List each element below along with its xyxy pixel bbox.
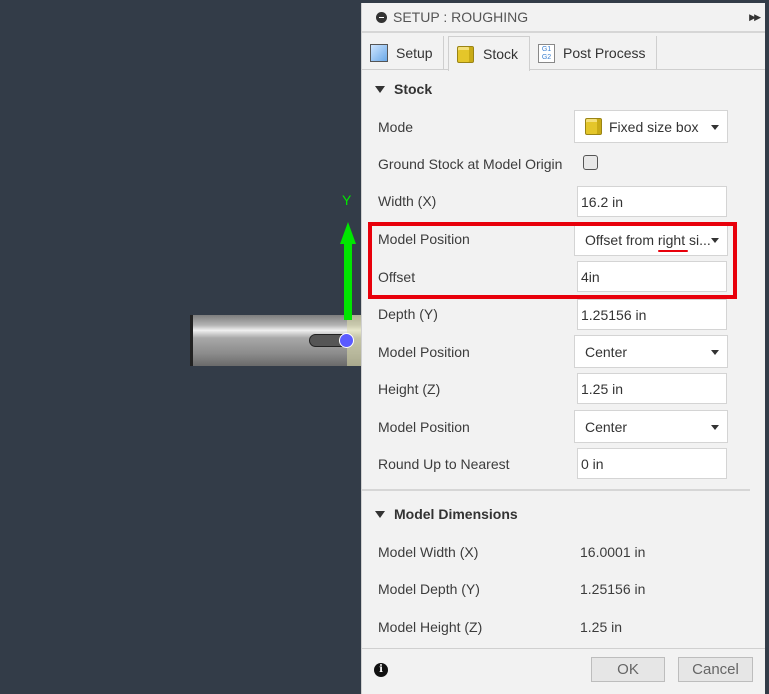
- model-position-z-label: Model Position: [378, 419, 470, 435]
- y-axis-arrowhead: [340, 222, 356, 244]
- setup-panel: SETUP : ROUGHING ▶▶ Setup Stock G1 G2 Po…: [361, 3, 766, 694]
- window-edge: [765, 0, 769, 694]
- cancel-button[interactable]: Cancel: [678, 657, 753, 682]
- model-depth-label: Model Depth (Y): [378, 581, 480, 597]
- model-width-label: Model Width (X): [378, 544, 479, 560]
- round-up-input[interactable]: 0 in: [577, 448, 727, 479]
- stock-section-header[interactable]: Stock: [375, 81, 432, 97]
- chevron-down-icon: [711, 350, 719, 355]
- viewport[interactable]: Y: [0, 0, 361, 694]
- width-input[interactable]: 16.2 in: [577, 186, 727, 217]
- collapse-triangle-icon: [375, 85, 385, 93]
- panel-header: SETUP : ROUGHING: [362, 3, 766, 33]
- footer-divider: [362, 648, 766, 649]
- chevron-down-icon: [711, 425, 719, 430]
- model-width-value: 16.0001 in: [580, 544, 646, 560]
- origin-icon[interactable]: [339, 333, 354, 348]
- model-dimensions-header[interactable]: Model Dimensions: [375, 506, 518, 522]
- mode-dropdown[interactable]: Fixed size box: [574, 110, 728, 143]
- panel-title: SETUP : ROUGHING: [393, 9, 529, 25]
- y-axis-arrow[interactable]: [344, 240, 352, 320]
- y-axis-label: Y: [342, 192, 352, 208]
- gcode-icon: G1 G2: [538, 43, 555, 63]
- tab-post-process[interactable]: G1 G2 Post Process: [530, 36, 657, 70]
- collapse-triangle-icon: [375, 510, 385, 518]
- collapse-icon[interactable]: [376, 11, 387, 23]
- ok-button[interactable]: OK: [591, 657, 665, 682]
- tab-bar: Setup Stock G1 G2 Post Process: [362, 36, 766, 71]
- model-height-label: Model Height (Z): [378, 619, 483, 635]
- height-label: Height (Z): [378, 381, 441, 397]
- mode-label: Mode: [378, 119, 414, 135]
- highlight-box: [368, 222, 737, 299]
- divider: [362, 489, 750, 491]
- chevron-down-icon: [711, 125, 719, 130]
- model-depth-value: 1.25156 in: [580, 581, 646, 597]
- box-icon: [585, 118, 602, 135]
- info-icon[interactable]: i: [374, 663, 388, 677]
- expand-icon[interactable]: ▶▶: [749, 12, 761, 23]
- depth-input[interactable]: 1.25156 in: [577, 299, 727, 330]
- model-position-y-label: Model Position: [378, 344, 470, 360]
- width-label: Width (X): [378, 193, 437, 209]
- tab-setup[interactable]: Setup: [362, 36, 444, 70]
- model-position-y-dropdown[interactable]: Center: [574, 335, 728, 368]
- tab-stock[interactable]: Stock: [448, 36, 530, 71]
- height-input[interactable]: 1.25 in: [577, 373, 727, 404]
- depth-label: Depth (Y): [378, 306, 438, 322]
- setup-icon: [370, 44, 388, 62]
- model-height-value: 1.25 in: [580, 619, 623, 635]
- ground-stock-label: Ground Stock at Model Origin: [378, 156, 563, 172]
- ground-stock-checkbox[interactable]: [583, 155, 598, 170]
- stock-icon: [457, 45, 474, 63]
- round-up-label: Round Up to Nearest: [378, 456, 510, 472]
- model-position-z-dropdown[interactable]: Center: [574, 410, 728, 443]
